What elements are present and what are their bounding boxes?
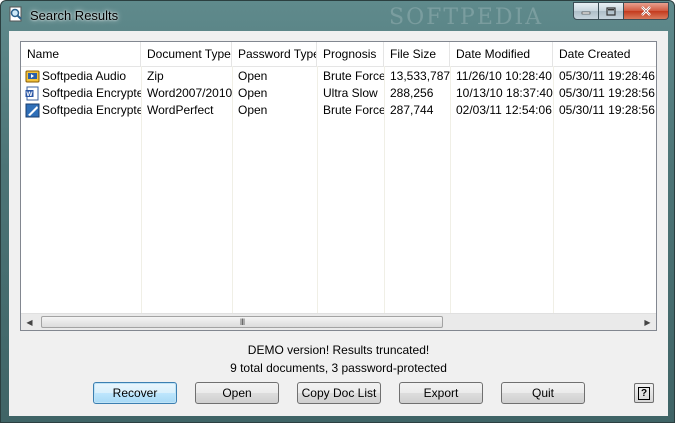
search-results-window: Search Results SOFTPEDIA Name Document T… <box>0 0 675 423</box>
row-file-size: 287,744 <box>390 103 434 117</box>
column-header-date-created[interactable]: Date Created <box>553 42 656 66</box>
column-header-file-size[interactable]: File Size <box>384 42 450 66</box>
scroll-left-icon: ◀ <box>26 317 33 327</box>
column-header-date-modified[interactable]: Date Modified <box>450 42 553 66</box>
row-name: Softpedia Encrypted <box>42 103 141 117</box>
minimize-icon <box>581 11 591 15</box>
row-date-created: 05/30/11 19:28:46 <box>559 69 655 83</box>
row-date-created: 05/30/11 19:28:56 <box>559 86 655 100</box>
title-bar[interactable]: Search Results SOFTPEDIA <box>1 1 675 31</box>
row-password-type: Open <box>238 103 268 117</box>
table-row[interactable]: Softpedia Encrypted WordPerfect Open Bru… <box>21 102 656 119</box>
row-date-modified: 11/26/10 10:28:40 <box>456 69 552 83</box>
scroll-right-button[interactable]: ▶ <box>639 314 656 330</box>
magnifier-document-icon <box>9 6 22 22</box>
row-document-type: Word2007/2010 <box>147 86 232 100</box>
help-button[interactable]: ? <box>634 383 654 403</box>
scrollbar-grip: III <box>239 317 245 327</box>
row-date-modified: 10/13/10 18:37:40 <box>456 86 553 100</box>
maximize-icon <box>606 6 616 16</box>
row-name: Softpedia Audio <box>42 69 127 83</box>
recover-button[interactable]: Recover <box>93 382 177 404</box>
open-button[interactable]: Open <box>195 382 279 404</box>
row-date-modified: 02/03/11 12:54:06 <box>456 103 552 117</box>
row-file-size: 13,533,787 <box>390 69 450 83</box>
table-row[interactable]: Softpedia Audio Zip Open Brute Force 13,… <box>21 68 656 85</box>
close-icon <box>641 6 651 16</box>
export-button[interactable]: Export <box>399 382 483 404</box>
row-prognosis: Ultra Slow <box>323 86 378 100</box>
row-prognosis: Brute Force <box>323 103 384 117</box>
row-password-type: Open <box>238 86 268 100</box>
row-password-type: Open <box>238 69 268 83</box>
horizontal-scrollbar[interactable]: ◀ III ▶ <box>21 313 656 330</box>
results-list[interactable]: Name Document Type Password Type Prognos… <box>20 41 657 331</box>
column-header-name[interactable]: Name <box>21 42 141 66</box>
table-row[interactable]: W Softpedia Encrypted Word2007/2010 Open… <box>21 85 656 102</box>
dialog-client-area: Name Document Type Password Type Prognos… <box>9 31 668 416</box>
softpedia-watermark: SOFTPEDIA <box>389 5 544 30</box>
list-header: Name Document Type Password Type Prognos… <box>21 42 656 67</box>
document-summary: 9 total documents, 3 password-protected <box>230 361 447 375</box>
column-header-document-type[interactable]: Document Type <box>141 42 232 66</box>
demo-message: DEMO version! Results truncated! <box>247 343 430 357</box>
scroll-right-icon: ▶ <box>644 317 651 327</box>
row-prognosis: Brute Force <box>323 69 384 83</box>
row-name: Softpedia Encrypted <box>42 86 141 100</box>
row-document-type: Zip <box>147 69 164 83</box>
maximize-button[interactable] <box>599 2 624 20</box>
row-date-created: 05/30/11 19:28:56 <box>559 103 655 117</box>
row-file-size: 288,256 <box>390 86 434 100</box>
copy-doc-list-button[interactable]: Copy Doc List <box>297 382 381 404</box>
minimize-button[interactable] <box>573 2 599 20</box>
column-header-password-type[interactable]: Password Type <box>232 42 317 66</box>
close-button[interactable] <box>624 2 669 20</box>
quit-button[interactable]: Quit <box>501 382 585 404</box>
window-title: Search Results <box>30 8 119 23</box>
help-icon: ? <box>638 386 650 400</box>
scroll-left-button[interactable]: ◀ <box>21 314 38 330</box>
column-header-prognosis[interactable]: Prognosis <box>317 42 384 66</box>
scrollbar-thumb[interactable]: III <box>41 316 443 328</box>
row-document-type: WordPerfect <box>147 103 214 117</box>
